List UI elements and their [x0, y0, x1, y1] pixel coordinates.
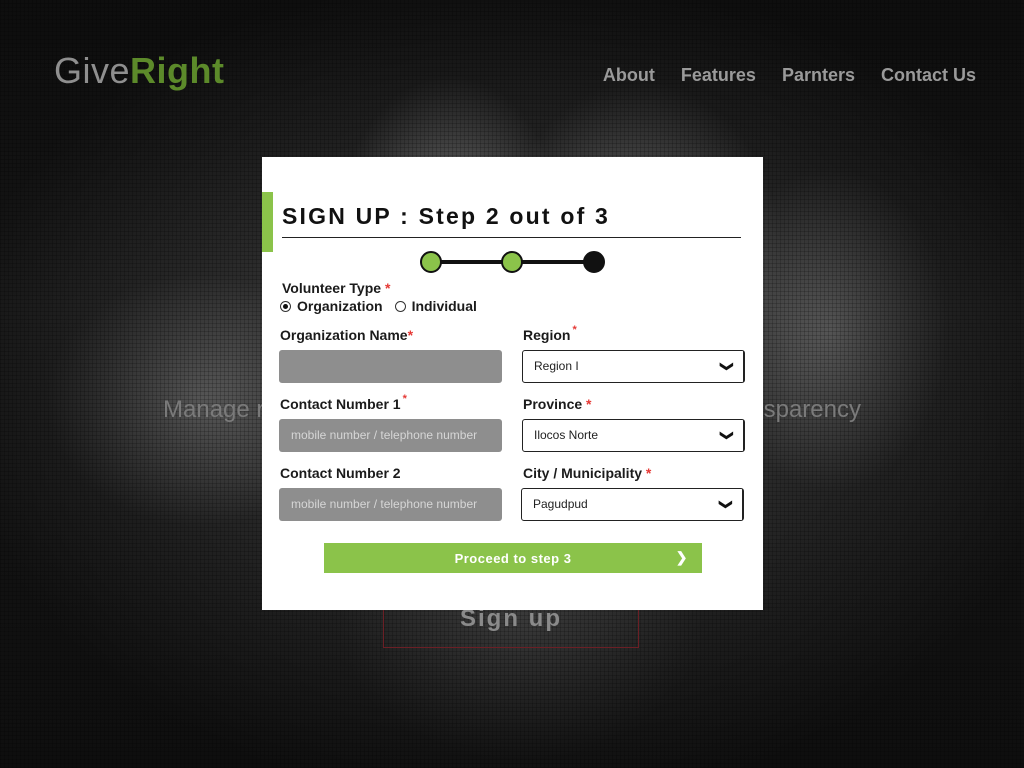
required-mark: *	[402, 393, 407, 405]
nav-features[interactable]: Features	[681, 64, 756, 86]
city-select[interactable]: Pagudpud ❯	[521, 488, 744, 521]
contact-2-input[interactable]: mobile number / telephone number	[279, 488, 502, 521]
hero-tagline-right: sparency	[763, 396, 861, 423]
contact-1-input[interactable]: mobile number / telephone number	[279, 419, 502, 452]
title-divider	[282, 237, 741, 238]
brand-part-right: Right	[130, 50, 225, 91]
title-accent-bar	[262, 192, 273, 252]
chevron-down-icon[interactable]: ❯	[712, 489, 743, 520]
org-name-input[interactable]	[279, 350, 502, 383]
brand-part-give: Give	[54, 50, 131, 91]
province-select-value: Ilocos Norte	[534, 428, 599, 442]
radio-individual-control[interactable]	[394, 300, 406, 312]
region-label-text: Region	[523, 327, 571, 343]
city-label: City / Municipality *	[523, 465, 651, 481]
chevron-down-icon[interactable]: ❯	[713, 420, 744, 451]
required-mark: *	[572, 324, 577, 336]
radio-individual[interactable]: Individual	[394, 298, 477, 314]
nav-about[interactable]: About	[603, 64, 655, 86]
radio-organization-label[interactable]: Organization	[297, 298, 383, 314]
region-select-value: Region I	[534, 359, 579, 373]
city-select-value: Pagudpud	[533, 497, 588, 511]
step-2-dot	[501, 251, 523, 273]
volunteer-type-label: Volunteer Type *	[282, 280, 390, 296]
modal-title: SIGN UP : Step 2 out of 3	[282, 203, 611, 229]
nav-contact-us[interactable]: Contact Us	[881, 64, 976, 86]
step-1-dot	[420, 251, 442, 273]
radio-organization-control[interactable]	[280, 300, 291, 312]
radio-organization[interactable]: Organization	[280, 298, 383, 314]
required-mark: *	[407, 327, 414, 343]
org-name-label-text: Organization Name	[280, 327, 408, 343]
proceed-button-label: Proceed to step 3	[454, 550, 572, 566]
required-mark: *	[384, 280, 391, 296]
contact-1-label-text: Contact Number 1	[280, 396, 401, 412]
volunteer-type-label-text: Volunteer Type	[282, 280, 382, 296]
org-name-label: Organization Name*	[280, 327, 413, 343]
province-label: Province *	[523, 396, 591, 412]
contact-2-label: Contact Number 2	[280, 465, 401, 481]
chevron-right-icon: ❯	[675, 549, 688, 565]
hero-tagline-left: Manage r	[163, 396, 265, 423]
city-label-text: City / Municipality	[523, 465, 643, 481]
contact-1-label: Contact Number 1 *	[280, 393, 407, 412]
step-progress	[420, 250, 606, 274]
province-label-text: Province	[523, 396, 583, 412]
radio-individual-label[interactable]: Individual	[412, 298, 477, 314]
main-nav: About Features Parnters Contact Us	[603, 64, 976, 86]
nav-partners[interactable]: Parnters	[782, 64, 855, 86]
step-3-dot	[583, 251, 605, 273]
chevron-down-icon[interactable]: ❯	[713, 351, 744, 382]
required-mark: *	[645, 465, 652, 481]
volunteer-type-options: Organization Individual	[280, 298, 489, 314]
region-label: Region *	[523, 324, 577, 343]
region-select[interactable]: Region I ❯	[522, 350, 745, 383]
required-mark: *	[586, 396, 592, 412]
proceed-step-3-button[interactable]: Proceed to step 3 ❯	[324, 543, 702, 573]
signup-modal: SIGN UP : Step 2 out of 3 Volunteer Type…	[262, 157, 763, 610]
province-select[interactable]: Ilocos Norte ❯	[522, 419, 745, 452]
brand-logo[interactable]: GiveRight	[54, 50, 225, 92]
